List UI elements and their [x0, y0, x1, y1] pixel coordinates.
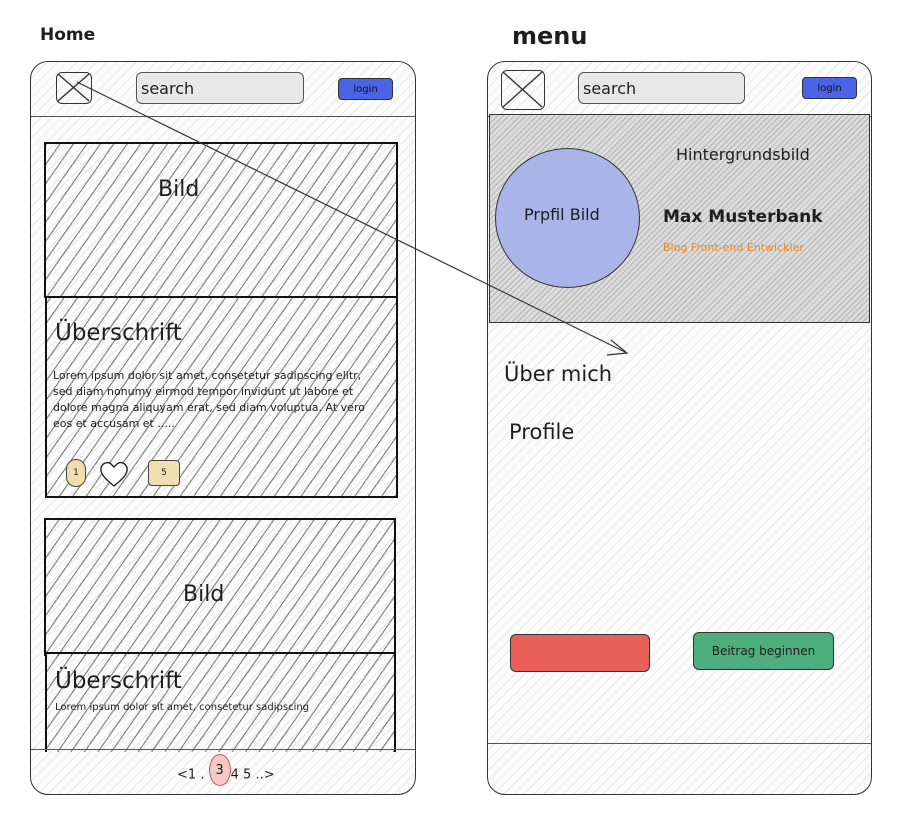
- profile-avatar[interactable]: Prpfil Bild: [495, 148, 640, 288]
- pagination-prev[interactable]: <: [177, 768, 188, 783]
- profile-header-background: Hintergrundsbild Prpfil Bild Max Musterb…: [489, 114, 870, 323]
- card1-image[interactable]: Bild: [44, 142, 398, 298]
- pagination: <1 . 34 5 ..>: [177, 754, 275, 786]
- menu-top-bar: search login: [488, 62, 871, 117]
- card1-body: Lorem ipsum dolor sit amet, consetetur s…: [53, 369, 365, 430]
- pagination-page-current[interactable]: 3: [208, 754, 231, 786]
- card2-content[interactable]: Überschrift Lorem ipsum dolor sit amet, …: [45, 652, 396, 752]
- card1-badge[interactable]: 1: [66, 459, 86, 487]
- card2-body: Lorem ipsum dolor sit amet, consetetur s…: [55, 702, 310, 713]
- profile-name: Max Musterbank: [663, 207, 823, 227]
- card1-heading: Überschrift: [55, 320, 182, 346]
- menu-login-button[interactable]: login: [802, 77, 857, 99]
- pagination-page-4[interactable]: 4: [231, 768, 239, 783]
- pagination-page-5[interactable]: 5: [243, 768, 251, 783]
- red-action-button[interactable]: [510, 634, 650, 672]
- card2-image-label: Bild: [183, 582, 225, 607]
- pagination-separator: .: [200, 767, 205, 783]
- home-menu-icon[interactable]: [56, 72, 92, 104]
- menu-screen-label: menu: [512, 22, 588, 50]
- home-screen: search login Bild Überschrift Lorem ipsu…: [30, 61, 416, 795]
- card2-heading: Überschrift: [55, 668, 182, 694]
- home-screen-label: Home: [40, 25, 96, 45]
- menu-close-icon[interactable]: [501, 70, 545, 110]
- home-search-input[interactable]: search: [136, 72, 304, 104]
- profile-image-label: Prpfil Bild: [524, 205, 600, 224]
- menu-search-input[interactable]: search: [578, 72, 745, 104]
- home-top-bar: search login: [31, 62, 415, 117]
- menu-item-about[interactable]: Über mich: [504, 362, 612, 386]
- profile-subtitle: Blog Front-end Entwickler: [663, 241, 804, 254]
- pagination-page-1[interactable]: 1: [188, 768, 196, 783]
- background-image-label: Hintergrundsbild: [676, 145, 810, 164]
- home-login-button[interactable]: login: [338, 78, 393, 100]
- pagination-ellipsis: ..: [255, 767, 264, 783]
- card2-image[interactable]: Bild: [44, 518, 396, 656]
- menu-bottom-bar: [488, 743, 871, 794]
- pagination-next[interactable]: >: [264, 768, 275, 783]
- home-bottom-bar: <1 . 34 5 ..>: [31, 749, 415, 794]
- menu-screen: search login Hintergrundsbild Prpfil Bil…: [487, 61, 872, 795]
- card1-comment-count[interactable]: 5: [148, 460, 180, 486]
- like-heart-icon[interactable]: [98, 459, 130, 489]
- start-post-button[interactable]: Beitrag beginnen: [693, 632, 834, 670]
- card1-image-label: Bild: [158, 177, 200, 202]
- card1-content[interactable]: Überschrift Lorem ipsum dolor sit amet, …: [45, 296, 398, 498]
- menu-item-profile[interactable]: Profile: [509, 420, 574, 444]
